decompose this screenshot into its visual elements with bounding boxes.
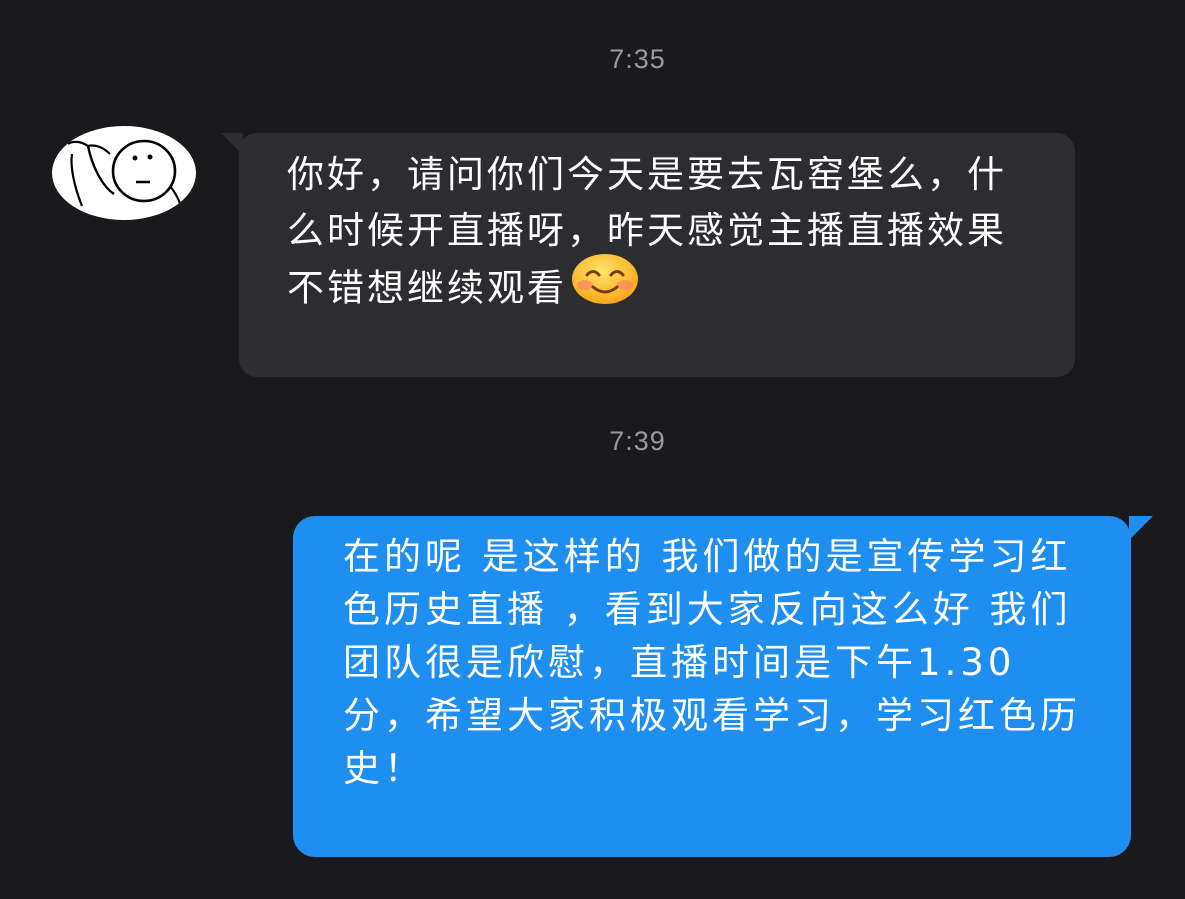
message-timestamp: 7:39 <box>609 426 666 456</box>
outgoing-message-bubble[interactable]: 在的呢 是这样的 我们做的是宣传学习红色历史直播 ，看到大家反向这么好 我们团队… <box>293 516 1153 857</box>
contact-avatar[interactable] <box>52 126 196 220</box>
outgoing-message-text: 在的呢 是这样的 我们做的是宣传学习红色历史直播 ，看到大家反向这么好 我们团队… <box>343 535 1081 790</box>
cartoon-face-icon <box>67 139 186 220</box>
message-timestamp: 7:35 <box>609 44 666 74</box>
incoming-message-bubble[interactable]: 你好，请问你们今天是要去瓦窑堡么，什么时候开直播呀，昨天感觉主播直播效果不错想继… <box>221 133 1075 377</box>
incoming-message-text: 你好，请问你们今天是要去瓦窑堡么，什么时候开直播呀，昨天感觉主播直播效果不错想继… <box>287 147 1035 321</box>
smiling-face-icon <box>571 253 639 321</box>
